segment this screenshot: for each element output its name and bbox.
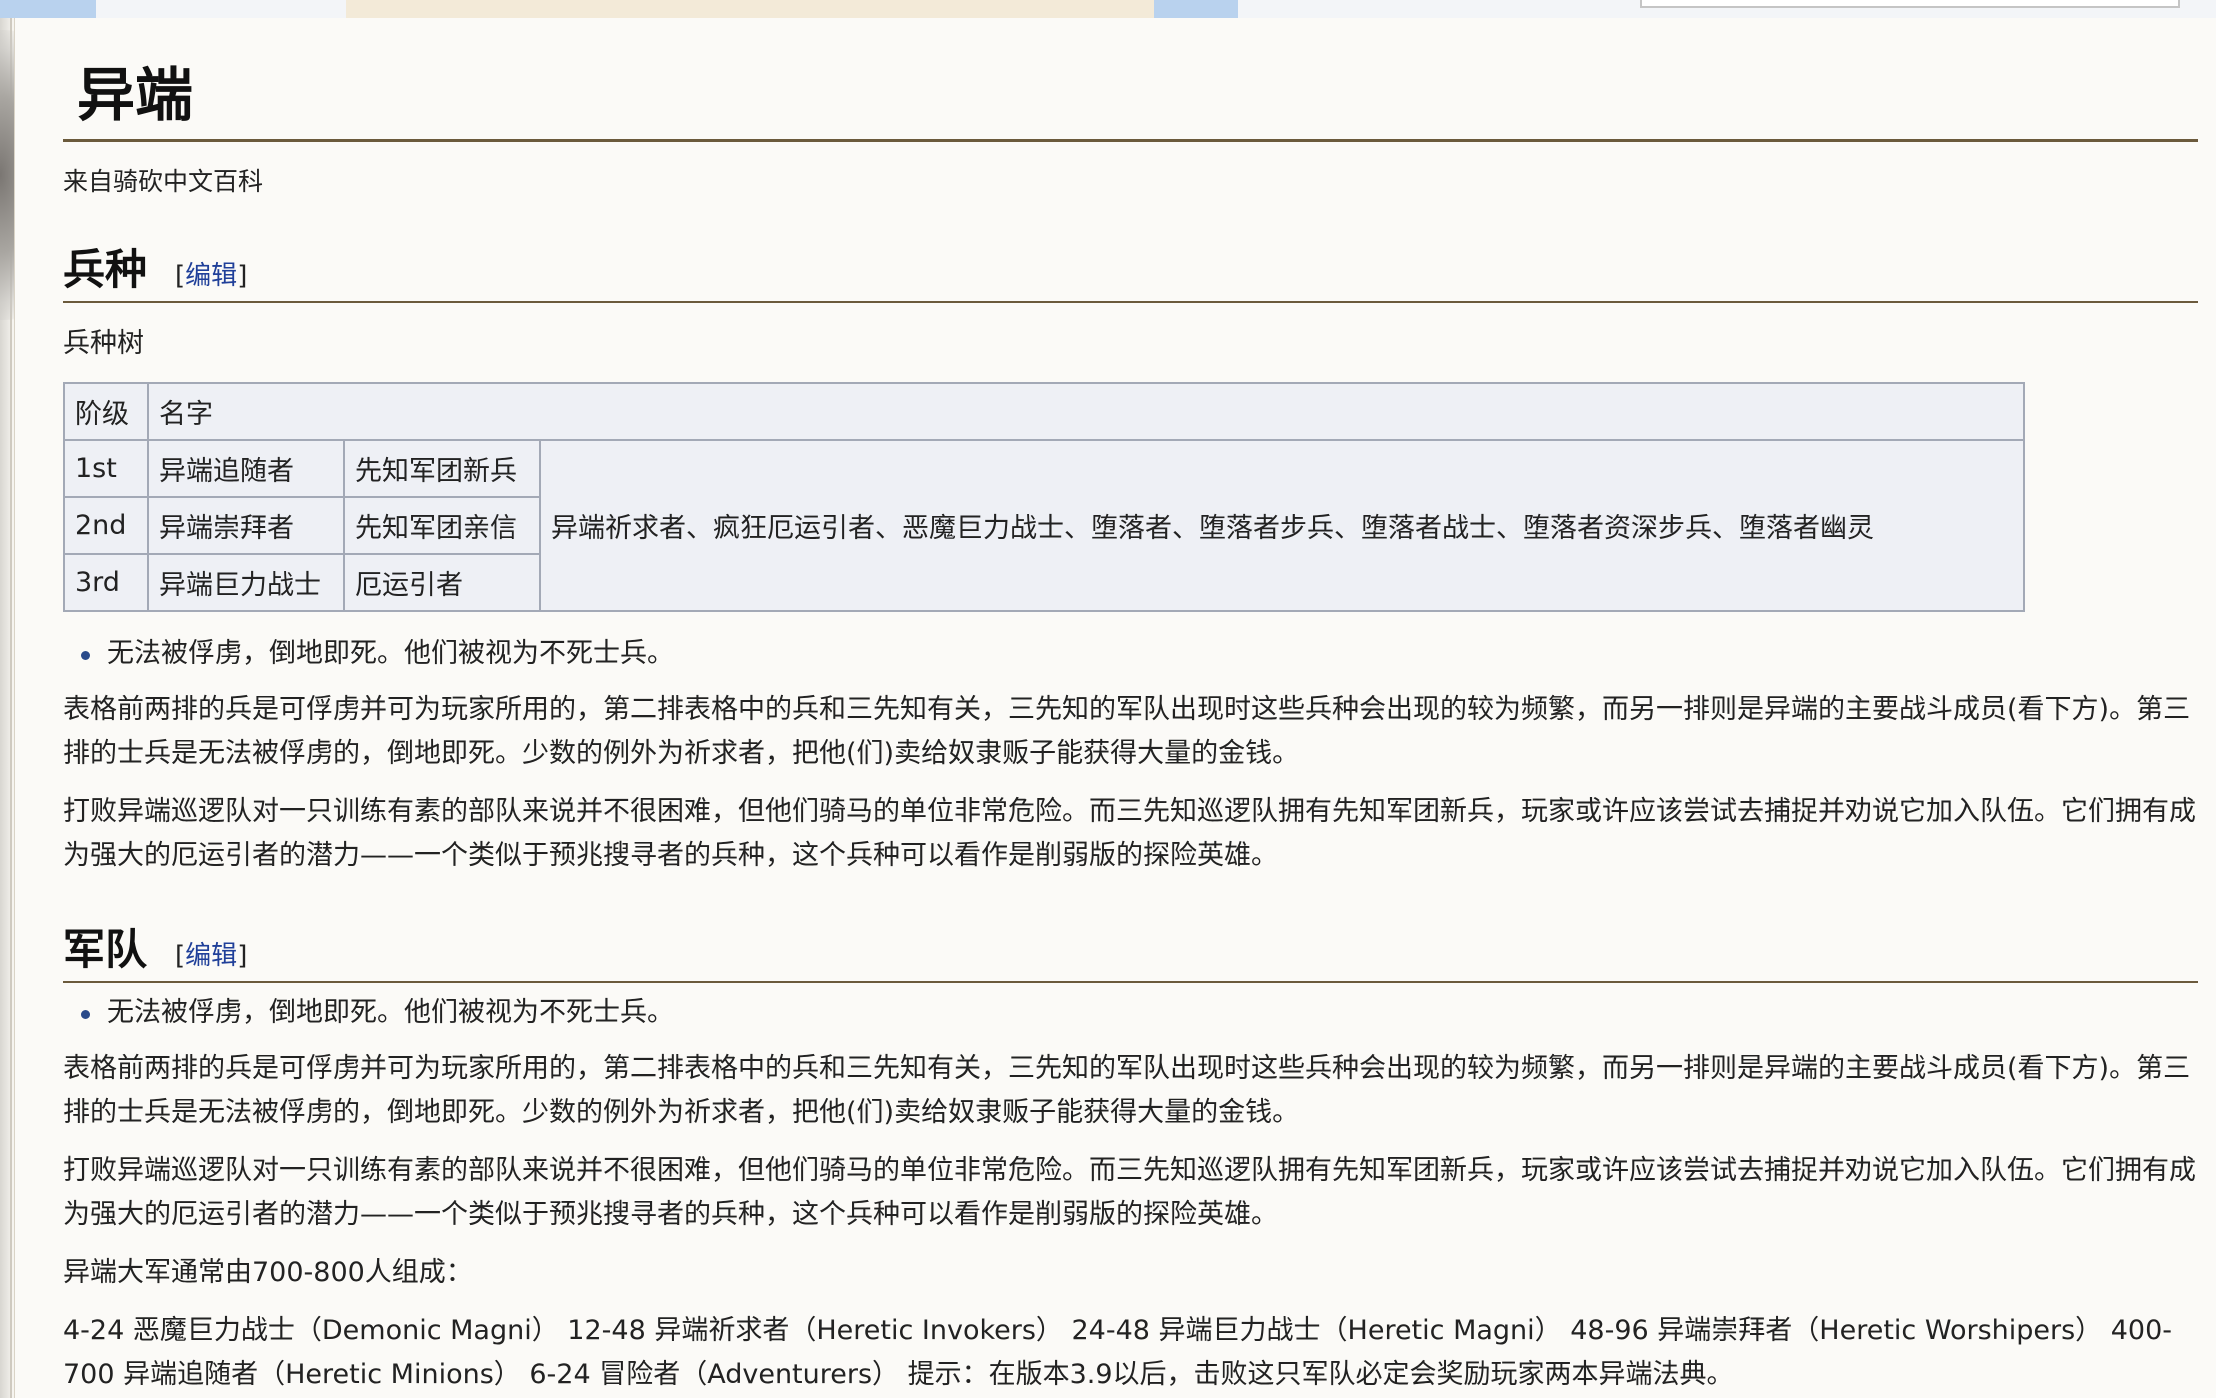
- paragraph: 表格前两排的兵是可俘虏并可为玩家所用的，第二排表格中的兵和三先知有关，三先知的军…: [63, 694, 2191, 770]
- search-box-edge[interactable]: [1640, 0, 2180, 8]
- page-title: 异端: [63, 58, 2198, 143]
- edit-link[interactable]: 编辑: [185, 261, 237, 291]
- paragraph: 打败异端巡逻队对一只训练有素的部队来说并不很困难，但他们骑马的单位非常危险。而三…: [63, 1155, 2196, 1231]
- army-notes-list: 无法被俘虏，倒地即死。他们被视为不死士兵。: [63, 993, 2198, 1033]
- tier-cell: 3rd: [63, 553, 149, 613]
- list-item: 无法被俘虏，倒地即死。他们被视为不死士兵。: [81, 993, 2198, 1033]
- list-item: 无法被俘虏，倒地即死。他们被视为不死士兵。: [81, 634, 2198, 674]
- edit-bracket-close: ]: [237, 941, 248, 972]
- browser-tab-strip: [0, 0, 2216, 18]
- table-row: 1st 异端追随者 先知军团新兵 异端祈求者、疯狂厄运引者、恶魔巨力战士、堕落者…: [63, 439, 2025, 613]
- section-title: 军队: [63, 925, 148, 975]
- tab-segment-3[interactable]: [346, 0, 1154, 18]
- tab-segment-1[interactable]: [0, 0, 96, 18]
- troop-cell: 异端巨力战士: [147, 553, 345, 613]
- edit-link-wrapper: [编辑]: [175, 935, 247, 972]
- troop-cell: 先知军团亲信: [343, 496, 541, 556]
- section-header-army: 军队 [编辑]: [63, 916, 2198, 984]
- paragraph: 打败异端巡逻队对一只训练有素的部队来说并不很困难，但他们骑马的单位非常危险。而三…: [63, 796, 2196, 872]
- edit-link[interactable]: 编辑: [185, 941, 237, 971]
- tab-segment-4[interactable]: [1154, 0, 1238, 18]
- merged-troop-cell: 异端祈求者、疯狂厄运引者、恶魔巨力战士、堕落者、堕落者步兵、堕落者战士、堕落者资…: [539, 439, 2025, 613]
- composition-intro: 异端大军通常由700-800人组成：: [63, 1257, 473, 1289]
- troop-cell: 先知军团新兵: [343, 439, 541, 499]
- edit-link-wrapper: [编辑]: [175, 255, 247, 292]
- table-header-row: 阶级 名字: [63, 382, 2025, 442]
- edit-bracket-close: ]: [237, 261, 248, 292]
- tab-segment-2[interactable]: [96, 0, 346, 18]
- tier-cell: 2nd: [63, 496, 149, 556]
- troop-notes-list: 无法被俘虏，倒地即死。他们被视为不死士兵。: [63, 634, 2198, 674]
- paragraph: 表格前两排的兵是可俘虏并可为玩家所用的，第二排表格中的兵和三先知有关，三先知的军…: [63, 1053, 2191, 1129]
- troop-cell: 异端追随者: [147, 439, 345, 499]
- tier-cell: 1st: [63, 439, 149, 499]
- section-title: 兵种: [63, 245, 148, 295]
- table-header-tier: 阶级: [63, 382, 149, 442]
- edit-bracket-open: [: [175, 261, 186, 292]
- composition-list: 4-24 恶魔巨力战士（Demonic Magni） 12-48 异端祈求者（H…: [63, 1315, 2173, 1391]
- from-line: 来自骑砍中文百科: [63, 167, 264, 197]
- troop-tree-label: 兵种树: [63, 328, 144, 360]
- troop-cell: 异端崇拜者: [147, 496, 345, 556]
- edit-bracket-open: [: [175, 941, 186, 972]
- table-header-name: 名字: [147, 382, 2025, 442]
- troop-cell: 厄运引者: [343, 553, 541, 613]
- troop-tree-table: 阶级 名字 1st 异端追随者 先知军团新兵 异端祈求者、疯狂厄运引者、恶魔巨力…: [63, 382, 2025, 613]
- article-content: 异端 来自骑砍中文百科 兵种 [编辑] 兵种树 阶级 名字 1st 异端追随者 …: [14, 18, 2216, 1398]
- section-header-troops: 兵种 [编辑]: [63, 236, 2198, 304]
